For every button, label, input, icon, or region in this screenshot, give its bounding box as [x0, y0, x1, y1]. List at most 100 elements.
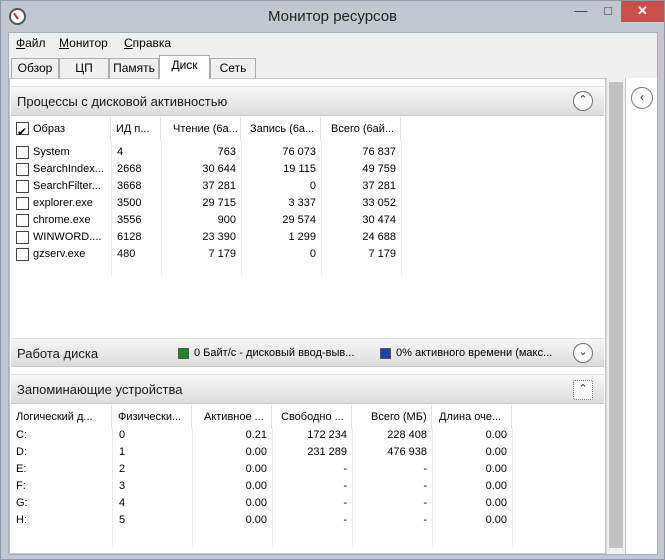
cell-pid: 480 — [117, 248, 136, 260]
table-row[interactable]: System 4 763 76 073 76 837 — [11, 144, 401, 161]
minimize-button[interactable]: — — [567, 1, 595, 22]
io-legend-swatch — [178, 348, 189, 359]
storage-header[interactable]: Запоминающие устройства ⌃ — [11, 374, 604, 404]
menu-file[interactable]: Файл — [16, 36, 46, 50]
table-row[interactable]: WINWORD.... 6128 23 390 1 299 24 688 — [11, 229, 401, 246]
col-free-space[interactable]: Свободно ... — [272, 405, 352, 429]
row-checkbox[interactable] — [16, 248, 29, 261]
table-row[interactable]: D: 1 0.00 231 289 476 938 0.00 — [11, 444, 512, 461]
menu-monitor[interactable]: Монитор — [59, 36, 108, 50]
cell-active-time: 0.00 — [245, 497, 267, 509]
cell-free-space: 172 234 — [307, 429, 347, 441]
charts-pane: ‹ — [625, 78, 657, 554]
cell-write: 3 337 — [288, 197, 316, 209]
resource-monitor-window: Монитор ресурсов — □ ✕ Файл Монитор Спра… — [0, 0, 665, 560]
col-total-mb[interactable]: Всего (МБ) — [352, 405, 432, 429]
disk-tab-content: Процессы с дисковой активностью ⌃ Образ … — [9, 78, 606, 554]
row-checkbox[interactable] — [16, 163, 29, 176]
row-checkbox[interactable] — [16, 180, 29, 193]
vertical-scrollbar[interactable] — [606, 78, 625, 554]
storage-column-headers: Логический д... Физически... Активное ..… — [11, 405, 512, 429]
disk-processes-column-headers: Образ ИД п... Чтение (6а... Запись (6а..… — [11, 117, 401, 141]
col-divider — [272, 427, 273, 547]
table-row[interactable]: SearchIndex... 2668 30 644 19 115 49 759 — [11, 161, 401, 178]
tab-disk[interactable]: Диск — [159, 55, 210, 79]
cell-logical-disk: G: — [16, 497, 28, 509]
col-queue-length[interactable]: Длина оче... — [432, 405, 512, 429]
cell-queue-length: 0.00 — [485, 480, 507, 492]
col-physical-disk[interactable]: Физически... — [112, 405, 192, 429]
cell-image: System — [33, 146, 70, 158]
cell-logical-disk: C: — [16, 429, 27, 441]
col-divider — [432, 427, 433, 547]
chevron-up-icon[interactable]: ⌃ — [573, 380, 593, 400]
col-read[interactable]: Чтение (6а... — [161, 117, 241, 141]
cell-active-time: 0.21 — [245, 429, 267, 441]
storage-table: Логический д... Физически... Активное ..… — [11, 405, 604, 553]
cell-physical-disk: 2 — [119, 463, 126, 475]
disk-processes-rows: System 4 763 76 073 76 837 SearchIndex... 2668… — [11, 144, 401, 274]
col-divider — [111, 141, 112, 276]
cell-write: 19 115 — [283, 163, 316, 175]
cell-write: 1 299 — [288, 231, 316, 243]
cell-write: 76 073 — [282, 146, 316, 158]
cell-read: 37 281 — [202, 180, 236, 192]
table-row[interactable]: chrome.exe 3556 900 29 574 30 474 — [11, 212, 401, 229]
cell-free-space: - — [343, 497, 347, 509]
chevron-left-icon[interactable]: ‹ — [631, 87, 653, 109]
scrollbar-thumb[interactable] — [609, 82, 623, 548]
storage-title: Запоминающие устройства — [17, 382, 183, 397]
row-checkbox[interactable] — [16, 231, 29, 244]
col-image[interactable]: Образ — [11, 117, 111, 141]
col-write[interactable]: Запись (6а... — [241, 117, 321, 141]
table-row[interactable]: explorer.exe 3500 29 715 3 337 33 052 — [11, 195, 401, 212]
cell-total-mb: 228 408 — [387, 429, 427, 441]
tab-cpu[interactable]: ЦП — [59, 58, 109, 78]
tab-memory[interactable]: Память — [109, 58, 159, 78]
menu-bar: Файл Монитор Справка — [9, 33, 657, 53]
cell-active-time: 0.00 — [245, 463, 267, 475]
cell-free-space: - — [343, 480, 347, 492]
col-divider — [112, 427, 113, 547]
row-checkbox[interactable] — [16, 146, 29, 159]
cell-image: SearchFilter... — [33, 180, 101, 192]
table-row[interactable]: H: 5 0.00 - - 0.00 — [11, 512, 512, 529]
cell-queue-length: 0.00 — [485, 463, 507, 475]
row-checkbox[interactable] — [16, 197, 29, 210]
cell-queue-length: 0.00 — [485, 446, 507, 458]
window-title: Монитор ресурсов — [267, 8, 398, 25]
cell-total: 49 759 — [362, 163, 396, 175]
chevron-down-icon[interactable]: ⌄ — [573, 343, 593, 363]
table-row[interactable]: F: 3 0.00 - - 0.00 — [11, 478, 512, 495]
table-row[interactable]: E: 2 0.00 - - 0.00 — [11, 461, 512, 478]
chevron-up-icon[interactable]: ⌃ — [573, 91, 593, 111]
client-area: Файл Монитор Справка Обзор ЦП Память Дис… — [8, 32, 658, 555]
cell-image: explorer.exe — [33, 197, 93, 209]
col-total[interactable]: Всего (6ай... — [321, 117, 401, 141]
col-active-time[interactable]: Активное ... — [192, 405, 272, 429]
table-row[interactable]: SearchFilter... 3668 37 281 0 37 281 — [11, 178, 401, 195]
disk-activity-header[interactable]: Работа диска 0 Байт/с - дисковый ввод-вы… — [11, 338, 604, 367]
select-all-checkbox[interactable] — [16, 120, 29, 141]
tab-network[interactable]: Сеть — [210, 58, 256, 78]
row-checkbox[interactable] — [16, 214, 29, 227]
cell-image: WINWORD.... — [33, 231, 102, 243]
cell-queue-length: 0.00 — [485, 514, 507, 526]
col-divider — [401, 141, 402, 276]
table-row[interactable]: C: 0 0.21 172 234 228 408 0.00 — [11, 427, 512, 444]
cell-logical-disk: F: — [16, 480, 26, 492]
cell-total: 24 688 — [362, 231, 396, 243]
disk-processes-header[interactable]: Процессы с дисковой активностью ⌃ — [11, 86, 604, 116]
maximize-button[interactable]: □ — [595, 1, 621, 22]
close-button[interactable]: ✕ — [621, 1, 664, 22]
cell-image: gzserv.exe — [33, 248, 86, 260]
title-bar: Монитор ресурсов — □ ✕ — [1, 1, 664, 32]
tab-overview[interactable]: Обзор — [11, 58, 59, 78]
table-row[interactable]: gzserv.exe 480 7 179 0 7 179 — [11, 246, 401, 263]
table-row[interactable]: G: 4 0.00 - - 0.00 — [11, 495, 512, 512]
col-pid[interactable]: ИД п... — [111, 117, 161, 141]
menu-help[interactable]: Справка — [124, 36, 171, 50]
cell-physical-disk: 1 — [119, 446, 126, 458]
cell-active-time: 0.00 — [245, 514, 267, 526]
col-logical-disk[interactable]: Логический д... — [11, 405, 112, 429]
